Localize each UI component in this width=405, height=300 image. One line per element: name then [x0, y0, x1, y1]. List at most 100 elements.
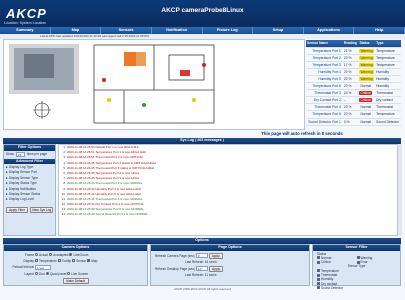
- sensor-status-cell: Normal: [358, 103, 376, 112]
- sensor-table-header: Sensor Name Reading Status Type: [306, 40, 401, 48]
- status-opt-critical: Critical: [321, 260, 331, 265]
- type-check-dry-contact[interactable]: [317, 282, 320, 286]
- filter-option[interactable]: Display Notification: [9, 187, 36, 191]
- status-check-warning[interactable]: [356, 256, 360, 260]
- sensor-type: Dry contact: [375, 96, 401, 105]
- sensor-row[interactable]: Thermostat Port 3 24 % Critical Thermostat: [306, 89, 401, 98]
- sensor-col-status[interactable]: Status: [358, 40, 376, 48]
- sensor-name[interactable]: Humidity Port 5: [306, 75, 343, 84]
- camera-refresh-apply[interactable]: Apply: [208, 252, 223, 259]
- sensor-row[interactable]: Thermostat Port 4 20 % Normal Thermostat: [306, 103, 401, 112]
- sensor-row[interactable]: Temperature Port 5 20 % Normal Temperature: [306, 110, 401, 119]
- sensor-row[interactable]: Temperature Port 3 17 % Warning Temperature: [306, 61, 401, 69]
- sensor-col-type[interactable]: Type: [375, 40, 401, 48]
- floor-map[interactable]: [3, 39, 305, 130]
- sensor-name[interactable]: Temperature Port 1: [306, 47, 343, 55]
- sensor-name[interactable]: Temperature Port 3: [306, 61, 343, 69]
- sensor-status-cell: Critical: [358, 89, 376, 98]
- sensor-row[interactable]: Temperature Port 1 21 % Warning Temperature: [306, 47, 401, 55]
- sensor-reading: 20 %: [342, 54, 359, 62]
- layout-radio-duo[interactable]: [35, 272, 38, 276]
- view-syslog-button[interactable]: View Sys Log: [30, 206, 53, 213]
- sensor-col-sensor-name[interactable]: Sensor Name: [306, 40, 343, 48]
- camera-refresh-input[interactable]: 3: [195, 253, 208, 259]
- sensor-row[interactable]: Humidity Port 5 20 % Warning Humidity: [306, 75, 401, 84]
- nav-tab-applications[interactable]: Applications: [304, 27, 355, 34]
- layout-label: Layout: [24, 271, 34, 276]
- sensor-row[interactable]: Sound Detector Port 10 % Normal Sound Dete…: [306, 118, 401, 126]
- filter-option[interactable]: Display Log Type: [9, 165, 33, 169]
- nav-tab-map[interactable]: Map: [51, 27, 102, 34]
- sensor-name[interactable]: Temperature Port 2: [306, 54, 343, 62]
- layout-radio-quad[interactable]: [45, 272, 49, 276]
- sensor-name[interactable]: Thermostat Port 4: [306, 103, 343, 112]
- sensor-row[interactable]: Humidity Port 4 20 % Warning Humidity: [306, 68, 401, 76]
- sensor-row[interactable]: Temperature Port 6 20 % Normal Humidity: [306, 82, 401, 91]
- sensor-name[interactable]: Humidity Port 4: [306, 68, 343, 76]
- frame-opt-unadapted: Unadapted: [52, 252, 69, 257]
- type-check-humidity[interactable]: [317, 277, 320, 281]
- sensor-name[interactable]: Sound Detector Port 1: [306, 118, 343, 126]
- layout-opt-quad: Quad panel: [49, 271, 67, 276]
- status-badge: Warning: [359, 77, 374, 82]
- sensor-col-reading[interactable]: Reading: [342, 40, 359, 48]
- filter-option[interactable]: Display Sensor Type: [9, 176, 38, 180]
- sensor-reading: 20 %: [342, 82, 359, 91]
- refresh-note: This page will auto refresh in 8 seconds: [261, 131, 343, 136]
- nav-tab-notification[interactable]: Notification: [152, 27, 203, 34]
- status-badge: Critical: [359, 98, 372, 103]
- sensor-name[interactable]: Temperature Port 6: [306, 82, 343, 91]
- status-check-critical[interactable]: [317, 260, 320, 264]
- sensor-row[interactable]: Dry Contact Port 2 -- Critical Dry contact: [306, 96, 401, 105]
- filter-option-row[interactable]: ▸ Display Log Level: [6, 197, 53, 202]
- type-check-thermostat[interactable]: [317, 273, 320, 277]
- sensor-name[interactable]: Thermostat Port 3: [306, 89, 343, 98]
- sensor-reading: 21 %: [342, 47, 359, 55]
- lines-per-page-select[interactable]: 25: [15, 151, 25, 157]
- status-badge: Warning: [359, 62, 374, 67]
- sensor-reading: 20 %: [342, 103, 359, 112]
- filter-option[interactable]: Display Sensor Port: [9, 170, 37, 174]
- reload-interval-select[interactable]: 1 sec: [35, 264, 51, 270]
- display-opt-tooltip: Tooltip: [61, 258, 72, 263]
- nav-tab-sensors[interactable]: Sensors: [101, 27, 152, 34]
- nav-tab-help[interactable]: Help: [354, 27, 405, 34]
- make-default-button[interactable]: Make Default: [62, 278, 89, 285]
- nav-tab-picture-log[interactable]: Picture Log: [203, 27, 254, 34]
- status-badge: Normal: [360, 84, 372, 89]
- sensor-reading: 20 %: [342, 110, 359, 119]
- log-line-number: 14: [61, 212, 65, 217]
- sensor-name[interactable]: Dry Contact Port 2: [306, 96, 343, 105]
- filter-option[interactable]: Display Status Type: [9, 181, 37, 185]
- nav-tab-setup[interactable]: Setup: [253, 27, 304, 34]
- type-check-temperature[interactable]: [317, 269, 320, 273]
- display-check-map[interactable]: [87, 259, 91, 263]
- options-header: Options: [3, 238, 401, 244]
- filter-option[interactable]: Display Log Level: [9, 197, 34, 201]
- syslog-scrollbar[interactable]: [398, 144, 402, 236]
- desktop-refresh-apply[interactable]: Apply: [209, 265, 224, 272]
- display-check-temperature[interactable]: [35, 259, 38, 263]
- status-check-error[interactable]: [356, 260, 360, 264]
- sensor-name[interactable]: Temperature Port 5: [306, 110, 343, 119]
- sensor-status-cell: Warning: [358, 68, 376, 76]
- status-check-normal[interactable]: [317, 256, 320, 260]
- display-opt-sensor: Sensor: [76, 258, 87, 263]
- frame-radio-actual[interactable]: [35, 253, 38, 257]
- filter-panel: Filter Options Show 25 lines per page Ad…: [3, 144, 56, 236]
- sensor-row[interactable]: Temperature Port 2 20 % Warning Temperature: [306, 54, 401, 62]
- frame-radio-unadapted[interactable]: [48, 253, 52, 257]
- nav-tab-summary[interactable]: Summary: [0, 27, 51, 34]
- filter-option[interactable]: Display Sensor Status: [9, 192, 40, 196]
- desktop-refresh-label: Refresh Desktop Page (sec): [155, 266, 196, 271]
- main-nav: Summary Map Sensors Notification Picture Log…: [0, 27, 405, 34]
- apply-filter-button[interactable]: Apply Filter: [6, 206, 28, 213]
- sensor-reading: 17 %: [342, 61, 359, 69]
- layout-radio-live[interactable]: [67, 272, 71, 276]
- status-badge: Normal: [360, 105, 372, 110]
- desktop-refresh-input[interactable]: 10: [196, 266, 209, 272]
- sensor-status-cell: Normal: [358, 118, 376, 126]
- display-check-tooltip[interactable]: [57, 259, 61, 263]
- display-check-sensor[interactable]: [72, 259, 76, 263]
- syslog-list[interactable]: 1 2023-11-08 14:26:53 Default Port 1 is n…: [58, 144, 398, 236]
